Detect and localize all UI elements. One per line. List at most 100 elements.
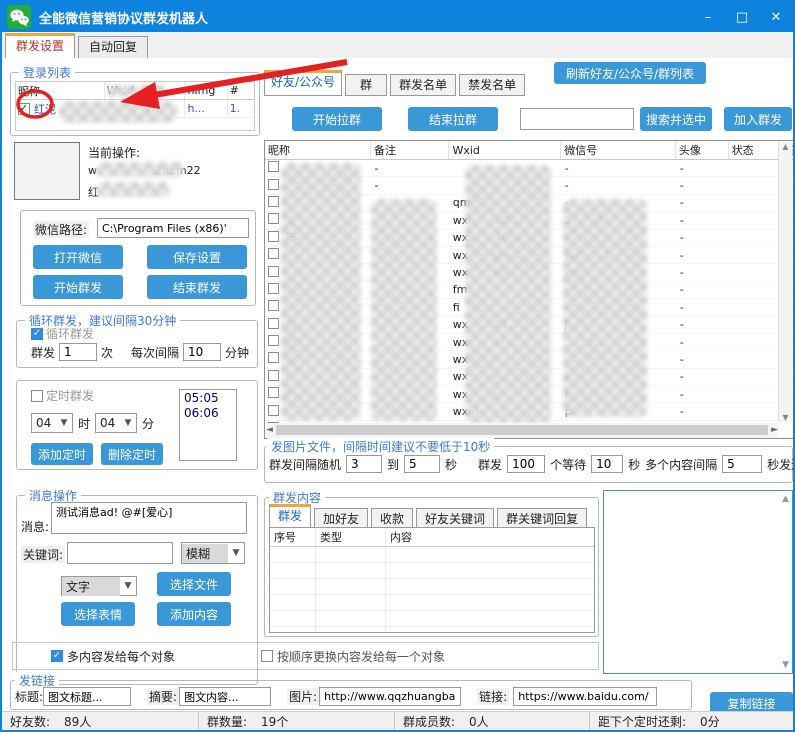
login-row-num: 1. <box>228 100 254 117</box>
message-textarea[interactable]: 测试消息ad! @#[爱心] <box>51 502 247 534</box>
stop-pull-button[interactable]: 结束拉群 <box>408 107 498 131</box>
row-checkbox[interactable] <box>268 179 279 190</box>
loop-checkbox[interactable]: ✓ <box>31 328 43 340</box>
row-checkbox[interactable] <box>268 196 279 207</box>
row-checkbox[interactable] <box>268 387 279 398</box>
delete-timer-button[interactable]: 删除定时 <box>101 443 163 465</box>
row-checkbox[interactable] <box>268 405 279 416</box>
wechat-path-input[interactable] <box>97 218 249 238</box>
add-to-send-button[interactable]: 加入群发 <box>724 107 792 131</box>
scroll-right-icon[interactable]: ► <box>771 425 778 435</box>
scroll-up-icon[interactable]: ▲ <box>782 494 789 504</box>
link-url-input[interactable] <box>513 687 657 706</box>
loop-count-input[interactable] <box>59 343 97 361</box>
cell-avatar: - <box>677 162 729 175</box>
preview-textbox[interactable]: ▲ ▼ <box>603 490 793 674</box>
add-content-button[interactable]: 添加内容 <box>157 602 231 626</box>
match-mode-select[interactable]: 模糊▼ <box>181 542 245 564</box>
tab-groups[interactable]: 群 <box>345 74 387 96</box>
row-checkbox[interactable] <box>268 370 279 381</box>
interval-batch-input[interactable] <box>507 455 545 473</box>
cell-avatar: - <box>677 196 729 209</box>
tab-auto-reply[interactable]: 自动回复 <box>78 36 148 58</box>
select-emoji-button[interactable]: 选择表情 <box>61 602 135 626</box>
save-settings-button[interactable]: 保存设置 <box>147 245 247 269</box>
row-checkbox[interactable] <box>268 283 279 294</box>
col-wxid: Wxid <box>449 141 561 159</box>
scroll-down-icon[interactable]: ▼ <box>782 413 788 422</box>
timer-list-item[interactable]: 05:05 <box>184 391 232 406</box>
search-input[interactable] <box>520 108 634 130</box>
keyword-input[interactable] <box>67 542 173 564</box>
tab-friends-public[interactable]: 好友/公众号 <box>264 70 342 96</box>
content-table-body <box>270 547 594 633</box>
timer-checkbox[interactable] <box>31 390 43 402</box>
scrollbar-thumb[interactable] <box>276 425 768 435</box>
link-title-input[interactable] <box>43 687 131 706</box>
status-group-count: 群数量:19个 <box>199 712 395 730</box>
row-checkbox[interactable] <box>268 266 279 277</box>
scroll-down-icon[interactable]: ▼ <box>782 660 789 670</box>
content-type-select[interactable]: 文字▼ <box>61 576 137 596</box>
interval-multi-input[interactable] <box>722 455 762 473</box>
row-checkbox[interactable] <box>268 300 279 311</box>
timer-hour-select[interactable]: 04▼ <box>31 413 73 433</box>
timer-list-item[interactable]: 06:06 <box>184 406 232 421</box>
scroll-left-icon[interactable]: ◄ <box>266 425 273 435</box>
loop-interval-input[interactable] <box>183 343 221 361</box>
redacted-blur <box>107 85 167 97</box>
row-checkbox[interactable] <box>268 335 279 346</box>
friend-tab-strip: 好友/公众号 群 群发名单 禁发名单 <box>264 70 528 96</box>
add-timer-button[interactable]: 添加定时 <box>31 443 93 465</box>
row-checkbox[interactable] <box>268 352 279 363</box>
login-list-group: 登录列表 昵称 Wxid W... nImg # ✓ 红泥 W... h... <box>10 72 260 136</box>
keyword-label: 关键词: <box>21 546 65 563</box>
select-file-button[interactable]: 选择文件 <box>157 572 231 596</box>
redacted-blur <box>281 163 361 421</box>
redacted-blur <box>59 101 177 123</box>
minimize-button[interactable]: – <box>691 2 725 32</box>
sequential-checkbox[interactable] <box>261 650 273 662</box>
interval-unit2: 秒 <box>628 456 640 473</box>
cell-remark: - <box>371 179 449 192</box>
start-send-button[interactable]: 开始群发 <box>33 275 123 299</box>
col-type: 类型 <box>316 528 386 546</box>
login-row-checkbox[interactable]: ✓ <box>18 103 30 115</box>
window-title: 全能微信营销协议群发机器人 <box>39 8 208 27</box>
timer-minute-select[interactable]: 04▼ <box>95 413 137 433</box>
link-summary-input[interactable] <box>179 687 271 706</box>
scroll-up-icon[interactable]: ▲ <box>782 142 788 151</box>
row-checkbox[interactable] <box>268 318 279 329</box>
search-select-button[interactable]: 搜索并选中 <box>640 107 712 131</box>
interval-from-input[interactable] <box>346 455 382 473</box>
timer-hour-unit: 时 <box>78 415 90 432</box>
horizontal-scrollbar[interactable]: ◄► <box>266 423 778 437</box>
row-checkbox[interactable] <box>268 231 279 242</box>
row-checkbox[interactable] <box>268 161 279 172</box>
timer-list[interactable]: 05:0506:06 <box>179 389 237 461</box>
redacted-blur <box>563 199 647 417</box>
current-avatar <box>14 142 80 200</box>
maximize-button[interactable]: □ <box>725 2 759 32</box>
redacted-blur <box>371 199 437 421</box>
interval-to-input[interactable] <box>404 455 440 473</box>
refresh-list-button[interactable]: 刷新好友/公众号/群列表 <box>554 62 706 84</box>
vertical-scrollbar[interactable]: ▲▼ <box>778 142 792 422</box>
row-checkbox[interactable] <box>268 248 279 259</box>
tab-mass-send-settings[interactable]: 群发设置 <box>5 33 75 59</box>
cell-avatar: - <box>677 336 729 349</box>
status-value: 0分 <box>700 713 720 730</box>
interval-wait-input[interactable] <box>591 455 623 473</box>
cell-wxno: - <box>562 179 677 192</box>
link-image-input[interactable] <box>319 687 461 706</box>
stop-send-button[interactable]: 结束群发 <box>147 275 247 299</box>
open-wechat-button[interactable]: 打开微信 <box>33 245 123 269</box>
multi-content-checkbox[interactable]: ✓ <box>51 650 63 662</box>
start-pull-button[interactable]: 开始拉群 <box>292 107 382 131</box>
row-checkbox[interactable] <box>268 213 279 224</box>
tab-ban-list[interactable]: 禁发名单 <box>459 74 525 96</box>
multi-content-label: 多内容发给每个对象 <box>67 648 175 665</box>
tab-send-list[interactable]: 群发名单 <box>390 74 456 96</box>
content-row <box>270 563 594 579</box>
close-button[interactable]: ✕ <box>759 2 793 32</box>
